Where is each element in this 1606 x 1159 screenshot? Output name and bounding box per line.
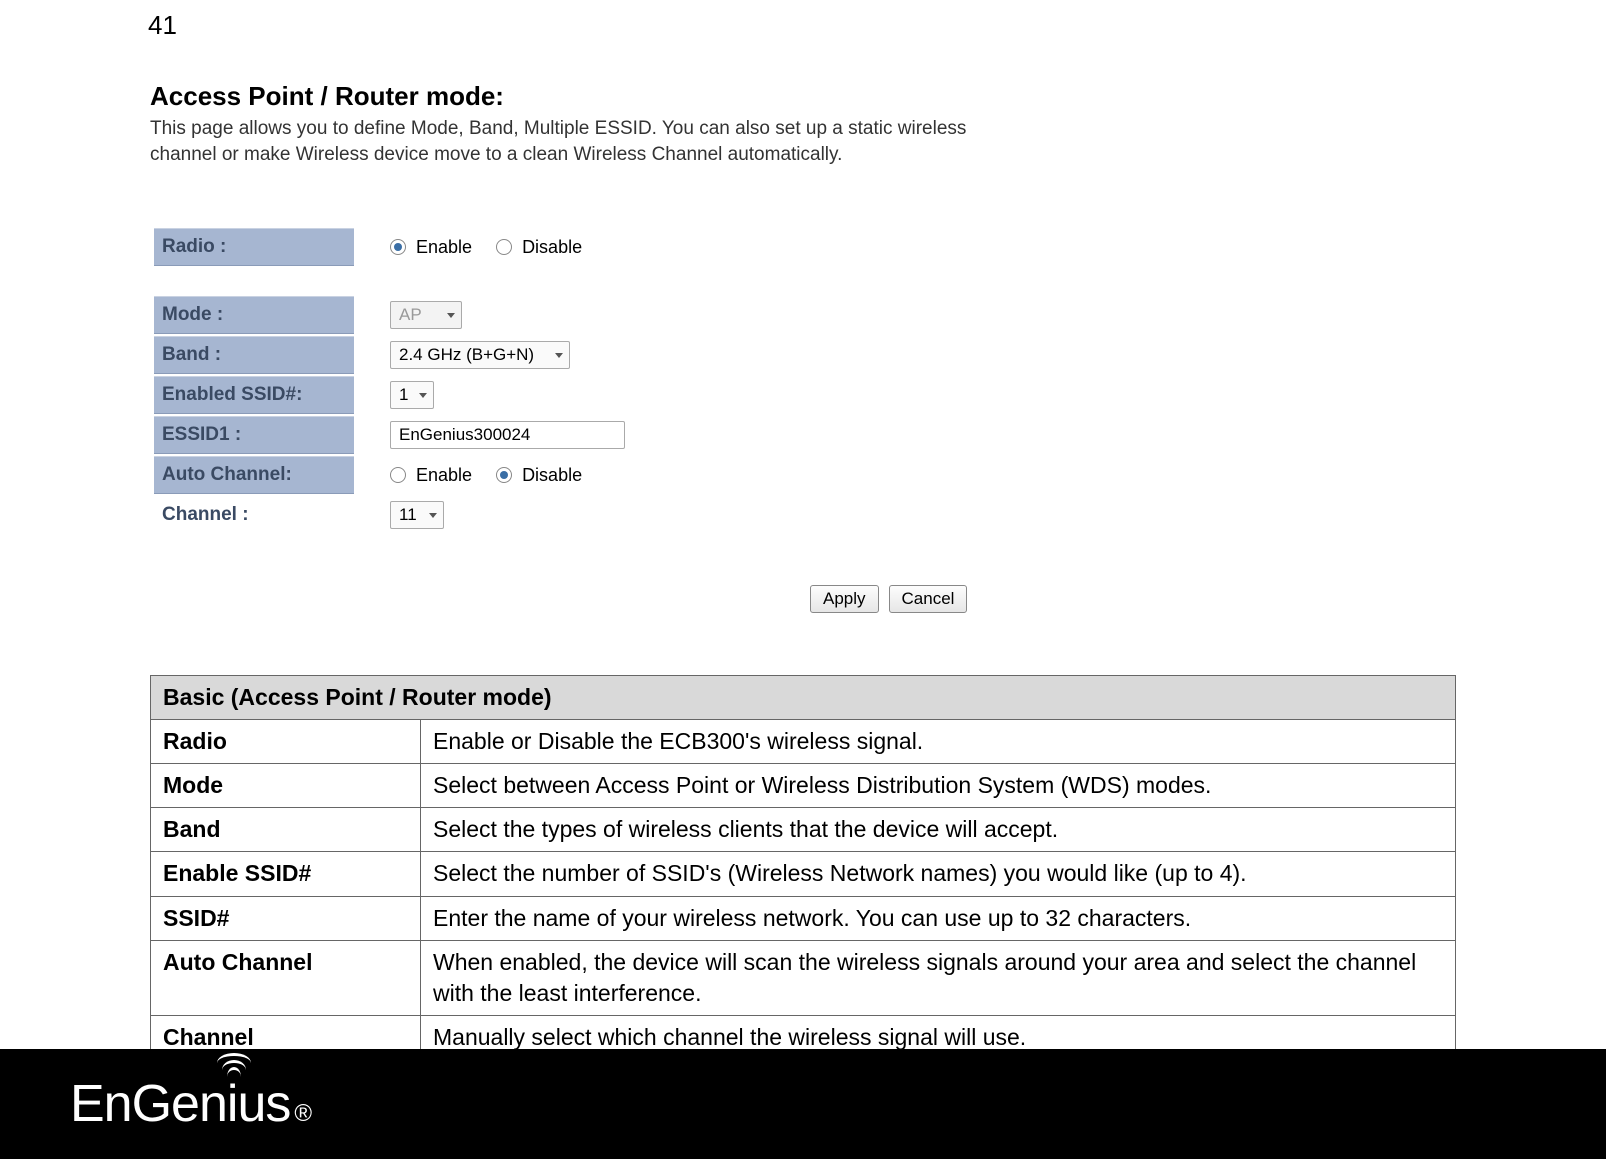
intro-text: This page allows you to define Mode, Ban… bbox=[150, 116, 990, 167]
row-desc: Enter the name of your wireless network.… bbox=[421, 896, 1456, 940]
mode-label: Mode : bbox=[154, 296, 354, 334]
table-header: Basic (Access Point / Router mode) bbox=[151, 676, 1456, 720]
channel-select[interactable]: 11 bbox=[390, 501, 444, 529]
apply-button[interactable]: Apply bbox=[810, 585, 879, 613]
radio-enable-text: Enable bbox=[416, 237, 472, 258]
row-label: Band bbox=[151, 808, 421, 852]
row-desc: Enable or Disable the ECB300's wireless … bbox=[421, 720, 1456, 764]
radio-disable-option[interactable] bbox=[496, 239, 512, 255]
table-row: Enable SSID#Select the number of SSID's … bbox=[151, 852, 1456, 896]
table-row: ModeSelect between Access Point or Wirel… bbox=[151, 764, 1456, 808]
essid1-input[interactable]: EnGenius300024 bbox=[390, 421, 625, 449]
row-desc: Select the types of wireless clients tha… bbox=[421, 808, 1456, 852]
row-label: Auto Channel bbox=[151, 940, 421, 1015]
auto-channel-disable-text: Disable bbox=[522, 465, 582, 486]
auto-channel-enable-text: Enable bbox=[416, 465, 472, 486]
auto-channel-enable-option[interactable] bbox=[390, 467, 406, 483]
radio-disable-text: Disable bbox=[522, 237, 582, 258]
auto-channel-disable-option[interactable] bbox=[496, 467, 512, 483]
channel-label: Channel : bbox=[154, 496, 354, 534]
config-form: Radio : Enable Disable Mode : AP Band : … bbox=[154, 227, 1500, 535]
band-label: Band : bbox=[154, 336, 354, 374]
table-row: BandSelect the types of wireless clients… bbox=[151, 808, 1456, 852]
band-select[interactable]: 2.4 GHz (B+G+N) bbox=[390, 341, 570, 369]
essid1-label: ESSID1 : bbox=[154, 416, 354, 454]
radio-label: Radio : bbox=[154, 228, 354, 266]
table-row: SSID#Enter the name of your wireless net… bbox=[151, 896, 1456, 940]
row-label: Enable SSID# bbox=[151, 852, 421, 896]
row-desc: Select the number of SSID's (Wireless Ne… bbox=[421, 852, 1456, 896]
row-desc: When enabled, the device will scan the w… bbox=[421, 940, 1456, 1015]
enabled-ssid-select[interactable]: 1 bbox=[390, 381, 434, 409]
page-number: 41 bbox=[148, 10, 1500, 41]
table-row: Auto ChannelWhen enabled, the device wil… bbox=[151, 940, 1456, 1015]
auto-channel-label: Auto Channel: bbox=[154, 456, 354, 494]
brand-logo: EnGenius® bbox=[70, 1074, 311, 1134]
cancel-button[interactable]: Cancel bbox=[889, 585, 968, 613]
enabled-ssid-label: Enabled SSID#: bbox=[154, 376, 354, 414]
section-title: Access Point / Router mode: bbox=[150, 81, 1500, 112]
row-desc: Select between Access Point or Wireless … bbox=[421, 764, 1456, 808]
row-label: Mode bbox=[151, 764, 421, 808]
radio-enable-option[interactable] bbox=[390, 239, 406, 255]
table-row: RadioEnable or Disable the ECB300's wire… bbox=[151, 720, 1456, 764]
footer: EnGenius® bbox=[0, 1049, 1606, 1159]
mode-select[interactable]: AP bbox=[390, 301, 462, 329]
row-label: Radio bbox=[151, 720, 421, 764]
description-table: Basic (Access Point / Router mode) Radio… bbox=[150, 675, 1456, 1059]
row-label: SSID# bbox=[151, 896, 421, 940]
